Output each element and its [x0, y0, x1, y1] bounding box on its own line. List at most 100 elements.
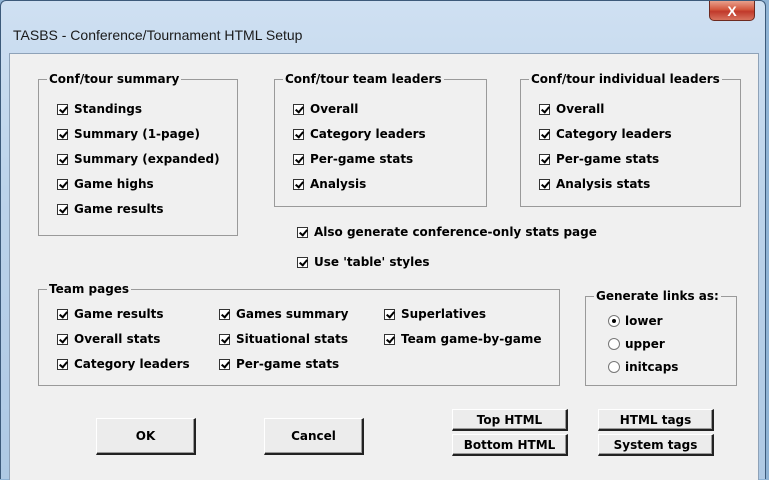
checkbox-label: Also generate conference-only stats page — [314, 225, 597, 239]
conf-summary-title: Conf/tour summary — [47, 71, 182, 87]
checkbox-individual-per-game-stats[interactable]: Per-game stats — [539, 151, 659, 167]
checkbox-game-results[interactable]: Game results — [57, 201, 164, 217]
checkbox-summary-1-page[interactable]: Summary (1-page) — [57, 126, 200, 142]
checkbox-box[interactable] — [219, 358, 230, 370]
team-pages-group: Team pages Game results Overall stats Ca… — [38, 281, 560, 386]
generate-links-group: Generate links as: lower upper initcaps — [585, 288, 737, 386]
checkbox-individual-overall[interactable]: Overall — [539, 101, 604, 117]
radio-circle[interactable] — [608, 361, 620, 373]
cancel-label: Cancel — [291, 429, 336, 443]
checkbox-box[interactable] — [57, 203, 68, 215]
checkbox-box[interactable] — [293, 103, 304, 115]
checkbox-tp-category-leaders[interactable]: Category leaders — [57, 356, 190, 372]
ok-button[interactable]: OK — [96, 418, 196, 455]
checkbox-label: Analysis — [310, 177, 367, 191]
checkbox-label: Games summary — [236, 307, 349, 321]
team-pages-title: Team pages — [47, 281, 132, 297]
checkbox-tp-team-game-by-game[interactable]: Team game-by-game — [384, 331, 542, 347]
generate-links-title: Generate links as: — [594, 288, 721, 304]
html-tags-label: HTML tags — [619, 412, 692, 427]
checkbox-label: Analysis stats — [556, 177, 651, 191]
checkbox-box[interactable] — [384, 333, 395, 345]
checkbox-box[interactable] — [57, 128, 68, 140]
radio-label: lower — [625, 314, 663, 328]
checkbox-team-overall[interactable]: Overall — [293, 101, 358, 117]
checkbox-box[interactable] — [293, 128, 304, 140]
checkbox-label: Category leaders — [310, 127, 426, 141]
checkbox-tp-games-summary[interactable]: Games summary — [219, 306, 348, 322]
checkbox-tp-per-game-stats[interactable]: Per-game stats — [219, 356, 339, 372]
checkbox-box[interactable] — [384, 308, 395, 320]
checkbox-label: Summary (expanded) — [74, 152, 220, 166]
radio-label: initcaps — [625, 360, 679, 374]
checkbox-individual-analysis-stats[interactable]: Analysis stats — [539, 176, 650, 192]
checkbox-box[interactable] — [293, 153, 304, 165]
checkbox-conference-only-stats[interactable]: Also generate conference-only stats page — [297, 224, 597, 240]
checkbox-box[interactable] — [57, 103, 68, 115]
radio-circle[interactable] — [608, 315, 620, 327]
checkbox-team-category-leaders[interactable]: Category leaders — [293, 126, 426, 142]
top-html-label: Top HTML — [476, 412, 543, 427]
checkbox-label: Game results — [74, 202, 164, 216]
dialog-window: TASBS - Conference/Tournament HTML Setup… — [0, 0, 766, 480]
window-title: TASBS - Conference/Tournament HTML Setup — [13, 27, 303, 43]
dialog-client-area: Conf/tour summary Standings Summary (1-p… — [9, 53, 759, 480]
checkbox-box[interactable] — [57, 358, 68, 370]
checkbox-summary-expanded[interactable]: Summary (expanded) — [57, 151, 220, 167]
bottom-html-button[interactable]: Bottom HTML — [452, 434, 568, 456]
top-html-button[interactable]: Top HTML — [452, 409, 568, 431]
radio-label: upper — [625, 337, 665, 351]
checkbox-box[interactable] — [219, 308, 230, 320]
checkbox-label: Per-game stats — [556, 152, 660, 166]
checkbox-tp-superlatives[interactable]: Superlatives — [384, 306, 486, 322]
bottom-html-label: Bottom HTML — [463, 437, 556, 452]
checkbox-label: Per-game stats — [236, 357, 340, 371]
checkbox-box[interactable] — [539, 128, 550, 140]
checkbox-label: Use 'table' styles — [314, 255, 430, 269]
checkbox-box[interactable] — [539, 153, 550, 165]
checkbox-individual-category-leaders[interactable]: Category leaders — [539, 126, 672, 142]
checkbox-label: Per-game stats — [310, 152, 414, 166]
html-tags-button[interactable]: HTML tags — [598, 409, 714, 431]
checkbox-box[interactable] — [57, 178, 68, 190]
checkbox-standings[interactable]: Standings — [57, 101, 142, 117]
radio-upper[interactable]: upper — [608, 336, 665, 352]
checkbox-team-analysis[interactable]: Analysis — [293, 176, 366, 192]
checkbox-box[interactable] — [293, 178, 304, 190]
checkbox-team-per-game-stats[interactable]: Per-game stats — [293, 151, 413, 167]
radio-circle[interactable] — [608, 338, 620, 350]
checkbox-label: Game results — [74, 307, 164, 321]
checkbox-label: Overall stats — [74, 332, 161, 346]
radio-initcaps[interactable]: initcaps — [608, 359, 678, 375]
checkbox-box[interactable] — [57, 153, 68, 165]
team-leaders-title: Conf/tour team leaders — [283, 71, 444, 87]
checkbox-box[interactable] — [539, 178, 550, 190]
checkbox-table-styles[interactable]: Use 'table' styles — [297, 254, 430, 270]
individual-leaders-group: Conf/tour individual leaders Overall Cat… — [520, 71, 741, 207]
checkbox-label: Standings — [74, 102, 142, 116]
checkbox-label: Category leaders — [556, 127, 672, 141]
checkbox-box[interactable] — [297, 256, 308, 268]
title-bar[interactable]: TASBS - Conference/Tournament HTML Setup… — [1, 1, 765, 51]
close-button[interactable]: X — [709, 1, 755, 21]
system-tags-label: System tags — [613, 437, 698, 452]
checkbox-box[interactable] — [297, 226, 308, 238]
radio-lower[interactable]: lower — [608, 313, 663, 329]
checkbox-tp-situational-stats[interactable]: Situational stats — [219, 331, 348, 347]
checkbox-box[interactable] — [219, 333, 230, 345]
checkbox-box[interactable] — [57, 308, 68, 320]
checkbox-label: Overall — [556, 102, 605, 116]
checkbox-label: Category leaders — [74, 357, 190, 371]
checkbox-label: Game highs — [74, 177, 154, 191]
checkbox-tp-game-results[interactable]: Game results — [57, 306, 164, 322]
conf-summary-group: Conf/tour summary Standings Summary (1-p… — [38, 71, 238, 236]
checkbox-label: Overall — [310, 102, 359, 116]
checkbox-box[interactable] — [539, 103, 550, 115]
cancel-button[interactable]: Cancel — [264, 418, 364, 455]
checkbox-tp-overall-stats[interactable]: Overall stats — [57, 331, 160, 347]
checkbox-box[interactable] — [57, 333, 68, 345]
checkbox-label: Situational stats — [236, 332, 349, 346]
team-leaders-group: Conf/tour team leaders Overall Category … — [274, 71, 487, 207]
checkbox-game-highs[interactable]: Game highs — [57, 176, 154, 192]
system-tags-button[interactable]: System tags — [598, 434, 714, 456]
